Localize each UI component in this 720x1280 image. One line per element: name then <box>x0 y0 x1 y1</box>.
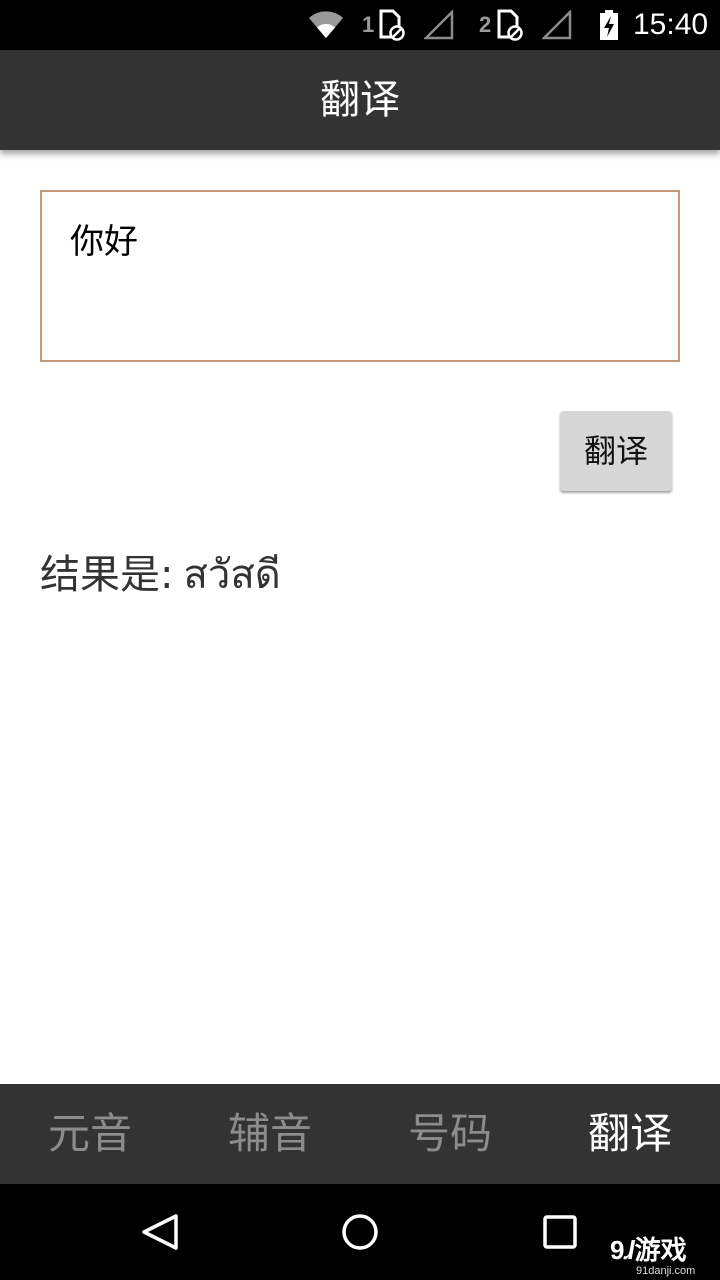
signal-icon-sim2 <box>542 0 572 50</box>
sim2-number: 2 <box>479 12 492 37</box>
tab-consonants[interactable]: 辅音 <box>180 1084 360 1184</box>
tab-vowels[interactable]: 元音 <box>0 1084 180 1184</box>
input-value: 你好 <box>70 222 138 262</box>
sim2-no-card-icon <box>496 0 524 50</box>
app-bar: 翻译 <box>0 50 720 150</box>
signal-icon-sim1 <box>424 0 454 50</box>
sim1-number: 1 <box>362 12 375 37</box>
recents-icon[interactable] <box>536 1208 584 1256</box>
watermark-text: 游戏 <box>634 1235 687 1265</box>
translate-button[interactable]: 翻译 <box>560 411 672 491</box>
page-title: 翻译 <box>320 77 400 123</box>
bottom-tab-bar: 元音 辅音 号码 翻译 <box>0 1084 720 1184</box>
text-input-field[interactable]: 你好 <box>40 190 680 362</box>
status-bar: 1 2 15:40 <box>0 0 720 50</box>
result-value: สวัสดี <box>183 552 281 598</box>
watermark-logo: 9ɺ游戏 91danji.com <box>610 1230 715 1278</box>
home-icon[interactable] <box>336 1208 384 1256</box>
result-line: 结果是: สวัสดี <box>40 542 281 606</box>
watermark-number: 9 <box>610 1235 625 1265</box>
battery-charging-icon <box>598 0 620 50</box>
wifi-icon <box>308 0 344 50</box>
result-prefix: 结果是: <box>40 552 174 598</box>
clock: 15:40 <box>633 8 709 41</box>
tab-translate[interactable]: 翻译 <box>540 1084 720 1184</box>
tab-numbers[interactable]: 号码 <box>360 1084 540 1184</box>
sim1-no-card-icon <box>378 0 406 50</box>
watermark-url: 91danji.com <box>636 1265 696 1277</box>
back-icon[interactable] <box>136 1208 184 1256</box>
